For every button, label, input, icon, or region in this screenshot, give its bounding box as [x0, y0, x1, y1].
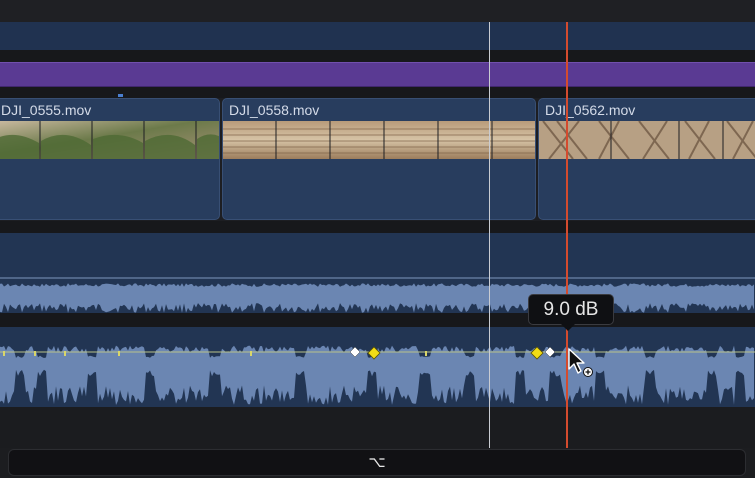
empty-lane	[0, 407, 755, 448]
tooltip-arrow	[561, 324, 575, 331]
keyframe-diamond-icon	[349, 346, 361, 358]
clip-name: DJI_0558.mov	[229, 102, 320, 118]
lane-gap	[0, 50, 755, 62]
top-lane	[0, 0, 755, 22]
modifier-key-bar: ⌥	[8, 449, 746, 476]
audio-waveform	[0, 345, 755, 405]
timeline[interactable]: DJI_0555.mov DJI_0558.mov DJI_0562.mov 9…	[0, 0, 755, 448]
pointer-with-add-keyframe-icon	[568, 348, 593, 377]
title-lane[interactable]	[0, 62, 755, 87]
clip-name: DJI_0562.mov	[545, 102, 636, 118]
playhead-line[interactable]	[566, 22, 568, 448]
storyline-lane	[0, 22, 755, 50]
keyframe-diamond-icon	[367, 346, 381, 360]
skimmer-line	[489, 22, 490, 448]
filmstrip-thumbnails	[0, 121, 219, 159]
audio-lane[interactable]	[0, 233, 755, 313]
option-key-indicator: ⌥	[368, 453, 386, 471]
clip-filmstrip	[539, 121, 755, 159]
volume-tooltip-value: 9.0 dB	[543, 299, 599, 320]
lane-gap	[0, 87, 755, 98]
marker[interactable]	[118, 94, 123, 97]
clip-filmstrip	[0, 121, 219, 159]
video-clip[interactable]: DJI_0555.mov	[0, 98, 220, 220]
clip-name: DJI_0555.mov	[1, 102, 92, 118]
volume-tooltip: 9.0 dB	[528, 294, 614, 325]
keyframe-diamond-icon	[530, 346, 544, 360]
keyframe-diamond-icon	[544, 346, 556, 358]
audio-waveform	[0, 277, 755, 313]
video-clip[interactable]: DJI_0562.mov	[538, 98, 755, 220]
lane-gap	[0, 221, 755, 233]
lane-gap	[0, 313, 755, 327]
audio-lane[interactable]	[0, 327, 755, 407]
keyframes	[349, 346, 556, 360]
filmstrip-thumbnails	[539, 121, 755, 159]
